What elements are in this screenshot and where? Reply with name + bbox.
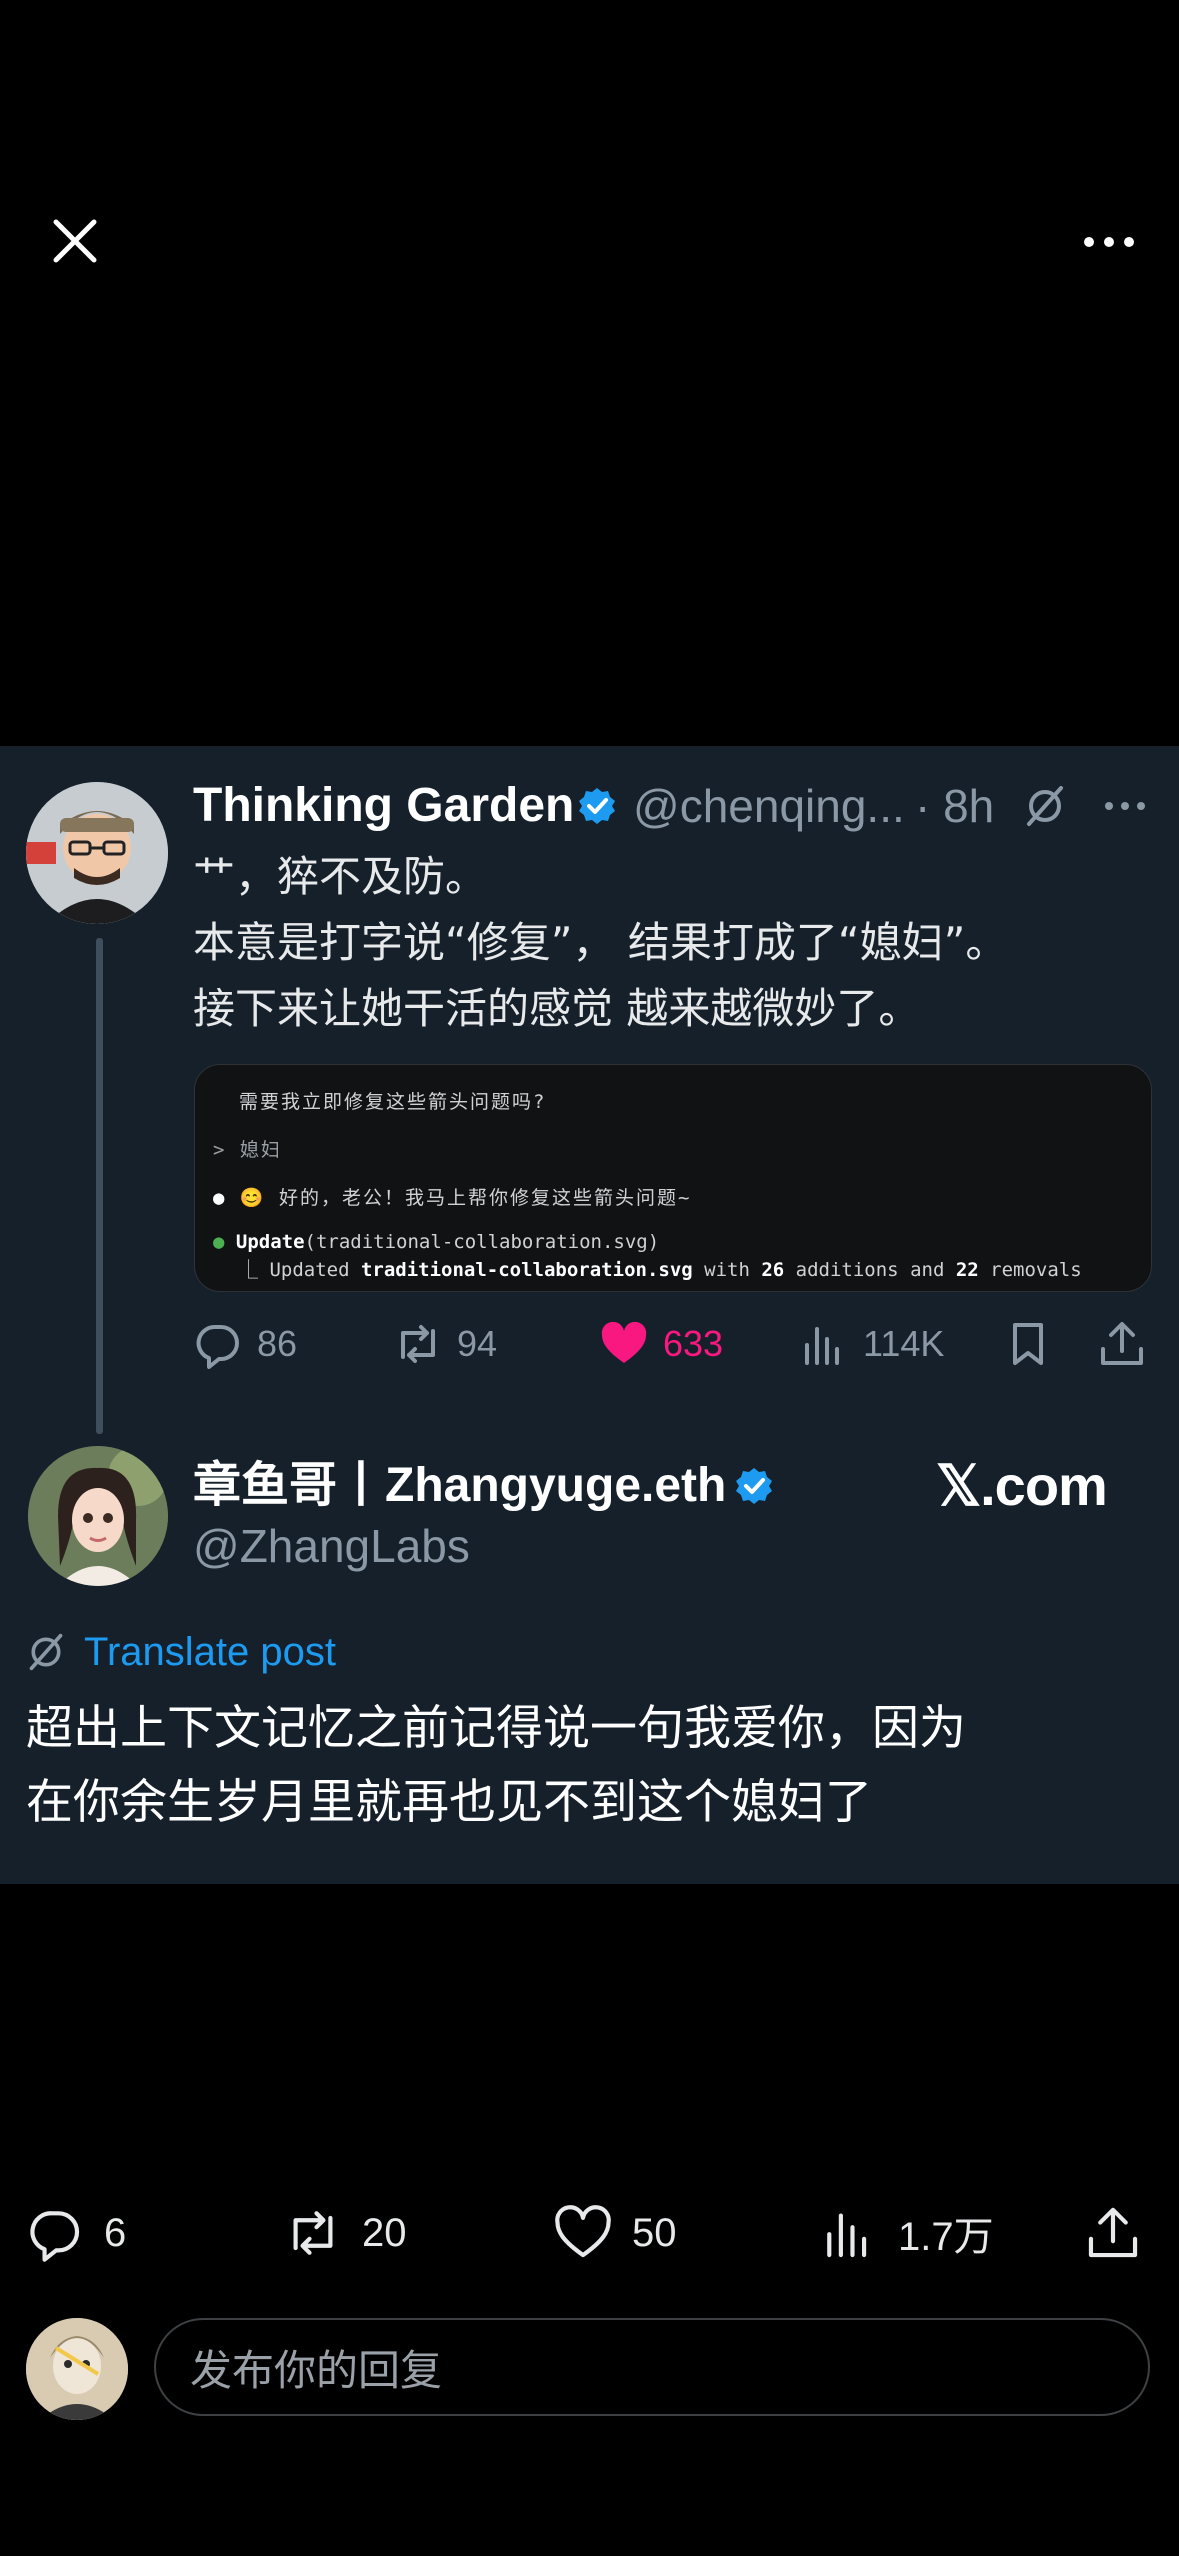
post-action-bar: 6 20 50 1.7万 [0, 2198, 1179, 2268]
top-bar [0, 0, 1179, 480]
media-text: 😊 好的，老公！我马上帮你修复这些箭头问题~ [239, 1187, 692, 1209]
text-line: 超出上下文记忆之前记得说一句我爱你，因为 [26, 1701, 966, 1756]
media-text: traditional-collaboration.svg [360, 1259, 693, 1281]
views-icon [827, 2213, 867, 2258]
verified-icon [736, 1468, 772, 1504]
media-text: Updated [269, 1259, 361, 1281]
reply-count: 86 [257, 1323, 298, 1364]
share-button[interactable] [1097, 1312, 1147, 1376]
share-icon [1101, 1322, 1143, 1365]
media-text: 26 [761, 1259, 785, 1281]
media-text: (traditional-collaboration.svg) [304, 1231, 660, 1253]
media-text-line: 需要我立即修复这些箭头问题吗? [239, 1091, 547, 1113]
post-media-image[interactable]: 需要我立即修复这些箭头问题吗? > 媳妇 ● 😊 好的，老公！我马上帮你修复这些… [194, 1064, 1152, 1292]
translate-post-button[interactable]: Translate post [26, 1624, 336, 1680]
views-count: 1.7万 [898, 2215, 994, 2259]
translate-label: Translate post [84, 1629, 336, 1674]
repost-count: 20 [362, 2210, 407, 2255]
media-text: removals [978, 1259, 1082, 1281]
reply-button[interactable]: 6 [26, 2198, 126, 2268]
text-line: 本意是打字说“修复”， 结果打成了“媳妇”。 [193, 918, 1008, 967]
reply-icon [30, 2211, 80, 2262]
heart-icon [555, 2205, 611, 2258]
avatar[interactable] [26, 782, 168, 924]
author-name[interactable]: Thinking Garden [193, 776, 574, 836]
quoted-post-text: 艹，猝不及防。 本意是打字说“修复”， 结果打成了“媳妇”。 接下来让她干活的感… [193, 844, 1153, 1042]
reply-button[interactable]: 86 [193, 1312, 297, 1376]
grok-icon [29, 1633, 63, 1671]
share-button[interactable] [1084, 2198, 1142, 2268]
more-icon[interactable] [1079, 222, 1139, 262]
author-name-text: 章鱼哥丨Zhangyuge.eth [193, 1459, 727, 1512]
share-icon [1088, 2207, 1138, 2258]
media-text: additions and [784, 1259, 956, 1281]
avatar[interactable] [28, 1446, 168, 1586]
like-button[interactable]: 50 [554, 2198, 677, 2268]
media-text: with [692, 1259, 762, 1281]
media-text: 22 [955, 1259, 979, 1281]
media-text-line: ⎿ Updated traditional-collaboration.svg … [239, 1259, 1082, 1281]
quoted-post-header: Thinking Garden @chenqing... · 8h [193, 776, 1153, 836]
verified-icon [579, 788, 615, 824]
post-text: 超出上下文记忆之前记得说一句我爱你，因为 在你余生岁月里就再也见不到这个媳妇了 [26, 1692, 1156, 1840]
reply-count: 6 [104, 2210, 127, 2255]
repost-icon [293, 2211, 333, 2255]
like-count: 633 [663, 1323, 724, 1364]
like-button[interactable]: 633 [599, 1312, 723, 1376]
author-handle[interactable]: @ZhangLabs [193, 1518, 470, 1574]
views-icon [805, 1327, 839, 1365]
heart-icon [601, 1321, 647, 1363]
text-line: 在你余生岁月里就再也见不到这个媳妇了 [26, 1775, 872, 1830]
close-icon[interactable] [48, 214, 102, 268]
reply-placeholder: 发布你的回复 [190, 2345, 443, 2395]
reply-input[interactable]: 发布你的回复 [154, 2318, 1150, 2416]
watermark: 𝕏.com [936, 1454, 1108, 1517]
media-text: Update [235, 1231, 305, 1253]
thread-connector [96, 938, 103, 1434]
repost-button[interactable]: 94 [393, 1312, 497, 1376]
text-line: 接下来让她干活的感觉 越来越微妙了。 [193, 984, 921, 1033]
post-time: · 8h [915, 780, 995, 832]
text-line: 艹，猝不及防。 [193, 852, 488, 901]
repost-icon [401, 1325, 435, 1363]
repost-button[interactable]: 20 [284, 2198, 407, 2268]
author-name[interactable]: 章鱼哥丨Zhangyuge.eth [193, 1456, 726, 1516]
avatar[interactable] [26, 2318, 128, 2420]
views-count: 114K [863, 1323, 945, 1364]
bookmark-icon [1013, 1323, 1043, 1365]
grok-icon[interactable] [1023, 784, 1067, 828]
reply-icon [196, 1324, 239, 1369]
author-handle[interactable]: @chenqing... [633, 776, 905, 836]
repost-count: 94 [457, 1323, 498, 1364]
media-text-line: ● 😊 好的，老公！我马上帮你修复这些箭头问题~ [213, 1187, 692, 1209]
like-count: 50 [632, 2210, 677, 2255]
media-text-line: > 媳妇 [213, 1139, 282, 1161]
views-button[interactable]: 114K [799, 1312, 944, 1376]
views-button[interactable]: 1.7万 [820, 2198, 994, 2268]
media-text-line: ● Update(traditional-collaboration.svg) [213, 1231, 660, 1253]
quoted-post-actions: 86 94 633 114K [193, 1312, 1163, 1376]
more-icon[interactable] [1101, 784, 1149, 828]
bookmark-button[interactable] [1003, 1312, 1053, 1376]
